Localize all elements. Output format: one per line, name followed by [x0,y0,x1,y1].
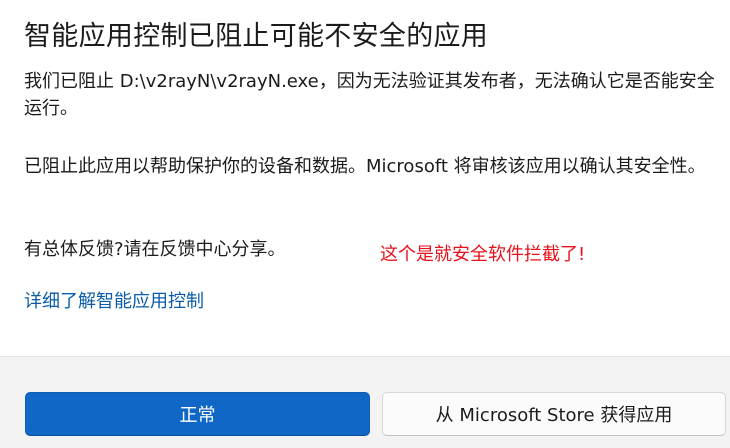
learn-more-link[interactable]: 详细了解智能应用控制 [24,288,204,315]
blocked-app-message: 我们已阻止 D:\v2rayN\v2rayN.exe，因为无法验证其发布者，无法… [24,71,715,119]
smart-app-control-dialog: 智能应用控制已阻止可能不安全的应用 我们已阻止 D:\v2rayN\v2rayN… [0,0,730,448]
ok-button[interactable]: 正常 [25,392,370,436]
feedback-text: 有总体反馈?请在反馈中心分享。 [24,239,286,260]
get-from-store-button[interactable]: 从 Microsoft Store 获得应用 [382,392,726,436]
red-annotation-text: 这个是就安全软件拦截了! [380,244,586,265]
dialog-title: 智能应用控制已阻止可能不安全的应用 [24,21,489,52]
protection-message: 已阻止此应用以帮助保护你的设备和数据。Microsoft 将审核该应用以确认其安… [24,156,706,177]
dialog-footer: 正常 从 Microsoft Store 获得应用 [0,356,730,448]
